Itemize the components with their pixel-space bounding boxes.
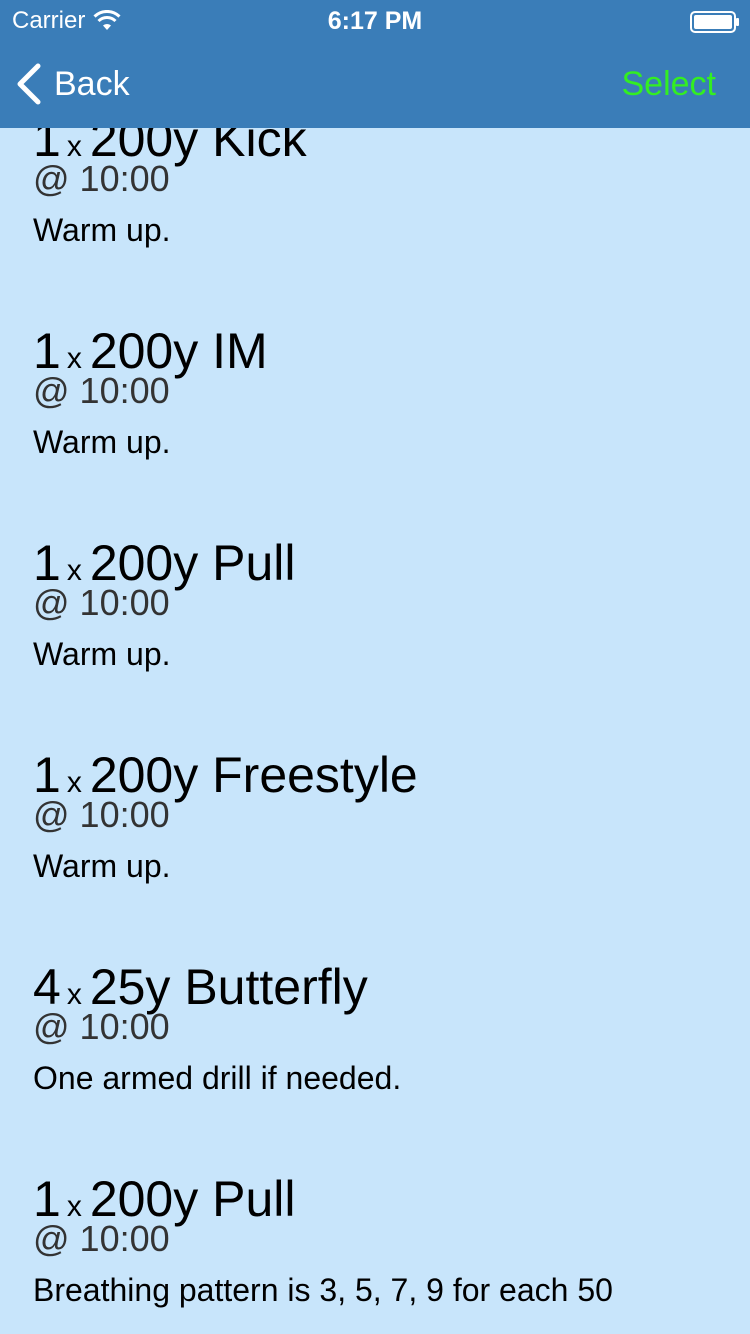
item-note: Warm up.: [33, 636, 171, 672]
list-item[interactable]: 1 x 200y Pull @ 10:00 Warm up.: [0, 524, 750, 736]
workout-set-list: 1 x 200y Kick @ 10:00 Warm up. 1 x 200y IM @…: [0, 100, 750, 1334]
status-time: 6:17 PM: [327, 7, 423, 35]
item-interval: @ 10:00: [33, 1218, 170, 1259]
list-item[interactable]: 1 x 200y Kick @ 10:00 Warm up.: [0, 100, 750, 312]
list-item[interactable]: 1 x 200y IM @ 10:00 Warm up.: [0, 312, 750, 524]
item-note: Warm up.: [33, 212, 171, 248]
list-item[interactable]: 4 x 25y Butterfly @ 10:00 One armed drill …: [0, 948, 750, 1160]
list-item[interactable]: 1 x 200y Freestyle @ 10:00 Warm up.: [0, 736, 750, 948]
navigation-bar: Carrier 6:17 PM Back Select: [0, 0, 750, 128]
item-interval: @ 10:00: [33, 158, 170, 199]
back-label: Back: [54, 64, 130, 103]
item-interval: @ 10:00: [33, 1006, 170, 1047]
status-bar: Carrier 6:17 PM: [0, 0, 750, 40]
item-interval: @ 10:00: [33, 582, 170, 623]
item-interval: @ 10:00: [33, 370, 170, 411]
chevron-left-icon: [17, 63, 41, 105]
item-note: Warm up.: [33, 424, 171, 460]
item-note: Breathing pattern is 3, 5, 7, 9 for each…: [33, 1272, 613, 1308]
select-button[interactable]: Select: [622, 65, 717, 104]
item-note: Warm up.: [33, 848, 171, 884]
list-item[interactable]: 1 x 200y Pull @ 10:00 Breathing pattern is…: [0, 1160, 750, 1334]
back-button[interactable]: Back: [14, 62, 130, 106]
item-interval: @ 10:00: [33, 794, 170, 835]
item-note: One armed drill if needed.: [33, 1060, 402, 1096]
battery-icon: [690, 11, 739, 33]
